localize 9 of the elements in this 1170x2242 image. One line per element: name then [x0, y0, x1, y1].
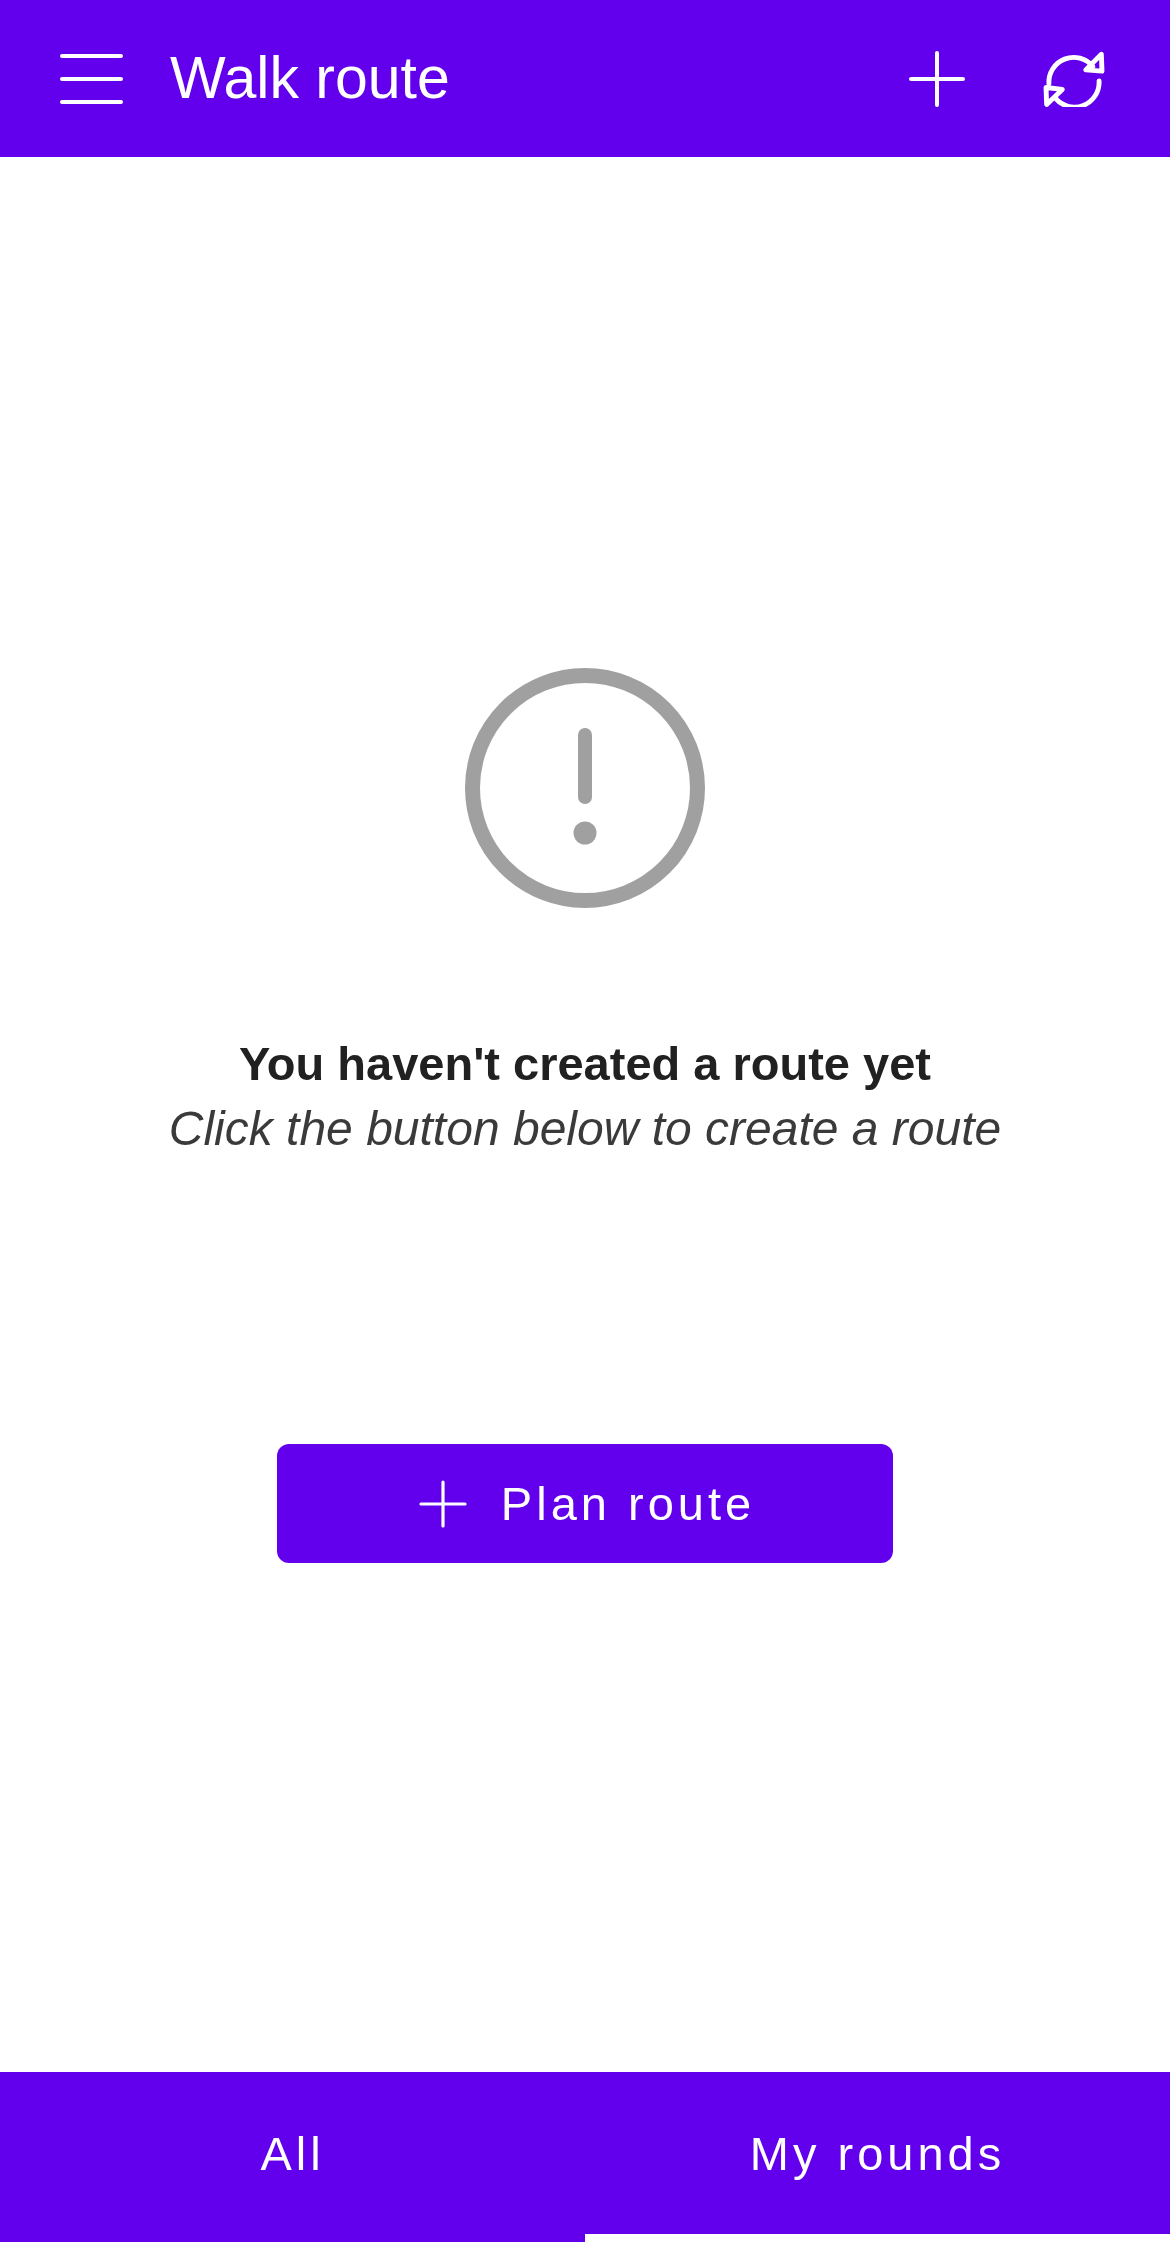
plan-route-button[interactable]: Plan route [277, 1444, 893, 1563]
menu-icon[interactable] [60, 53, 123, 104]
empty-message: Click the button below to create a route [168, 1101, 1002, 1157]
app-title: Walk route [170, 44, 451, 114]
plus-icon [418, 1479, 467, 1528]
refresh-icon[interactable] [1042, 50, 1106, 107]
add-icon[interactable] [909, 50, 965, 107]
empty-heading: You haven't created a route yet [239, 1036, 931, 1092]
warning-icon [465, 668, 705, 908]
